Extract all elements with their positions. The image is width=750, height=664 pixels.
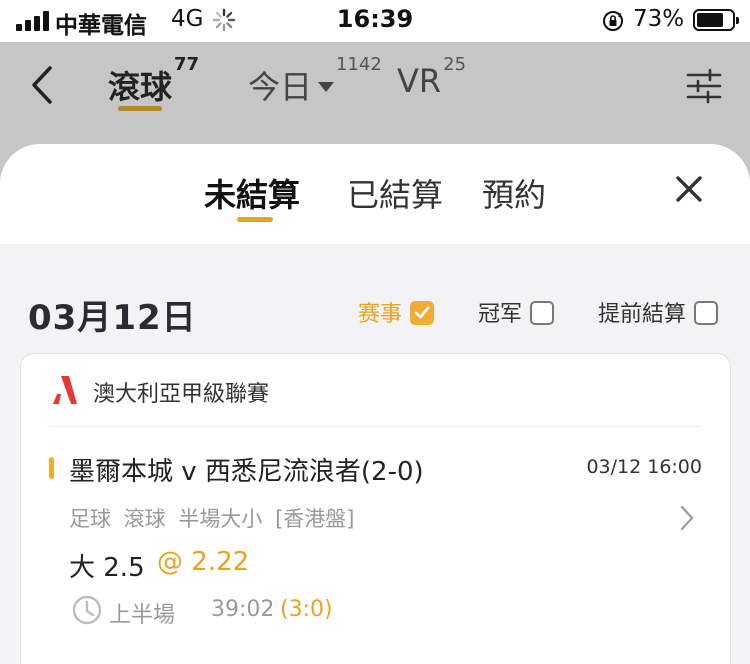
tab-settled-label: 已結算 bbox=[347, 176, 444, 214]
bet-card[interactable]: 澳大利亞甲級聯賽 墨爾本城 v 西悉尼流浪者(2-0) 03/12 16:00 … bbox=[20, 353, 731, 664]
clock-icon bbox=[72, 595, 102, 625]
sheet-header: 未結算 已結算 預約 bbox=[0, 144, 750, 244]
bet-type-label: 滾球 bbox=[123, 507, 166, 531]
today-count: 1142 bbox=[336, 54, 382, 75]
league-logo-icon bbox=[53, 376, 77, 404]
date-filter-row: 03月12日 赛事 冠军 提前結算 bbox=[0, 244, 750, 354]
selection: 大 2.5 bbox=[69, 553, 145, 583]
tab-reserved-label: 預約 bbox=[482, 176, 547, 214]
bet-record-sheet: 未結算 已結算 預約 03月12日 赛事 冠军 提前結算 澳大利亞甲級聯賽 墨爾… bbox=[0, 144, 750, 664]
status-bar: 中華電信 4G 16:39 73% bbox=[0, 0, 750, 42]
top-navigation: 滾球 77 今日 1142 VR 25 bbox=[0, 42, 750, 142]
checkbox-icon[interactable] bbox=[694, 301, 719, 325]
tab-today[interactable]: 今日 1142 bbox=[248, 54, 382, 108]
filter-outrights-label: 冠军 bbox=[478, 302, 523, 327]
tab-in-play-label: 滾球 bbox=[108, 68, 173, 106]
checkbox-icon[interactable] bbox=[530, 301, 555, 325]
score-at-bet: (3:0) bbox=[280, 597, 333, 622]
tab-vr-label: VR bbox=[397, 62, 442, 100]
odds-format-label: [香港盤] bbox=[275, 507, 355, 531]
caret-down-icon bbox=[318, 82, 335, 92]
tab-unsettled-label: 未結算 bbox=[204, 176, 301, 214]
filter-events[interactable]: 赛事 bbox=[358, 296, 435, 328]
filter-cash-out-label: 提前結算 bbox=[598, 302, 687, 327]
tab-reserved[interactable]: 預約 bbox=[482, 170, 546, 216]
vr-count: 25 bbox=[443, 54, 467, 75]
chevron-right-icon[interactable] bbox=[679, 504, 695, 532]
checkbox-checked-icon[interactable] bbox=[410, 301, 435, 325]
league-name: 澳大利亞甲級聯賽 bbox=[93, 382, 270, 407]
bet-details: 足球 滾球 半場大小 [香港盤] bbox=[69, 503, 354, 533]
tab-settled[interactable]: 已結算 bbox=[347, 170, 443, 216]
filter-events-label: 赛事 bbox=[358, 302, 403, 327]
active-tab-indicator bbox=[118, 106, 162, 111]
battery-icon bbox=[693, 9, 739, 31]
market-label: 半場大小 bbox=[178, 507, 263, 531]
rotation-lock-icon bbox=[603, 11, 623, 31]
in-play-count: 77 bbox=[174, 54, 200, 75]
divider bbox=[49, 426, 702, 427]
tab-unsettled[interactable]: 未結算 bbox=[204, 170, 301, 222]
settings-sliders-icon[interactable] bbox=[686, 68, 722, 104]
tab-vr[interactable]: VR 25 bbox=[397, 54, 466, 100]
active-tab-indicator bbox=[237, 217, 273, 222]
filter-outrights[interactable]: 冠军 bbox=[478, 296, 555, 328]
filter-cash-out[interactable]: 提前結算 bbox=[598, 296, 719, 328]
odds-value: @ 2.22 bbox=[157, 547, 250, 577]
sport-label: 足球 bbox=[69, 507, 111, 531]
match-accent-bar bbox=[49, 457, 54, 479]
match-title: 墨爾本城 v 西悉尼流浪者(2-0) bbox=[69, 457, 424, 487]
bet-elapsed-time: 39:02 bbox=[211, 597, 275, 622]
battery-percentage: 73% bbox=[633, 6, 685, 32]
tab-in-play[interactable]: 滾球 77 bbox=[108, 54, 199, 111]
close-icon[interactable] bbox=[674, 174, 704, 204]
date-header: 03月12日 bbox=[28, 298, 197, 338]
tab-today-label: 今日 bbox=[248, 68, 313, 106]
back-arrow-icon[interactable] bbox=[28, 62, 60, 108]
match-time: 03/12 16:00 bbox=[586, 456, 702, 478]
bet-period: 上半場 bbox=[109, 603, 176, 628]
